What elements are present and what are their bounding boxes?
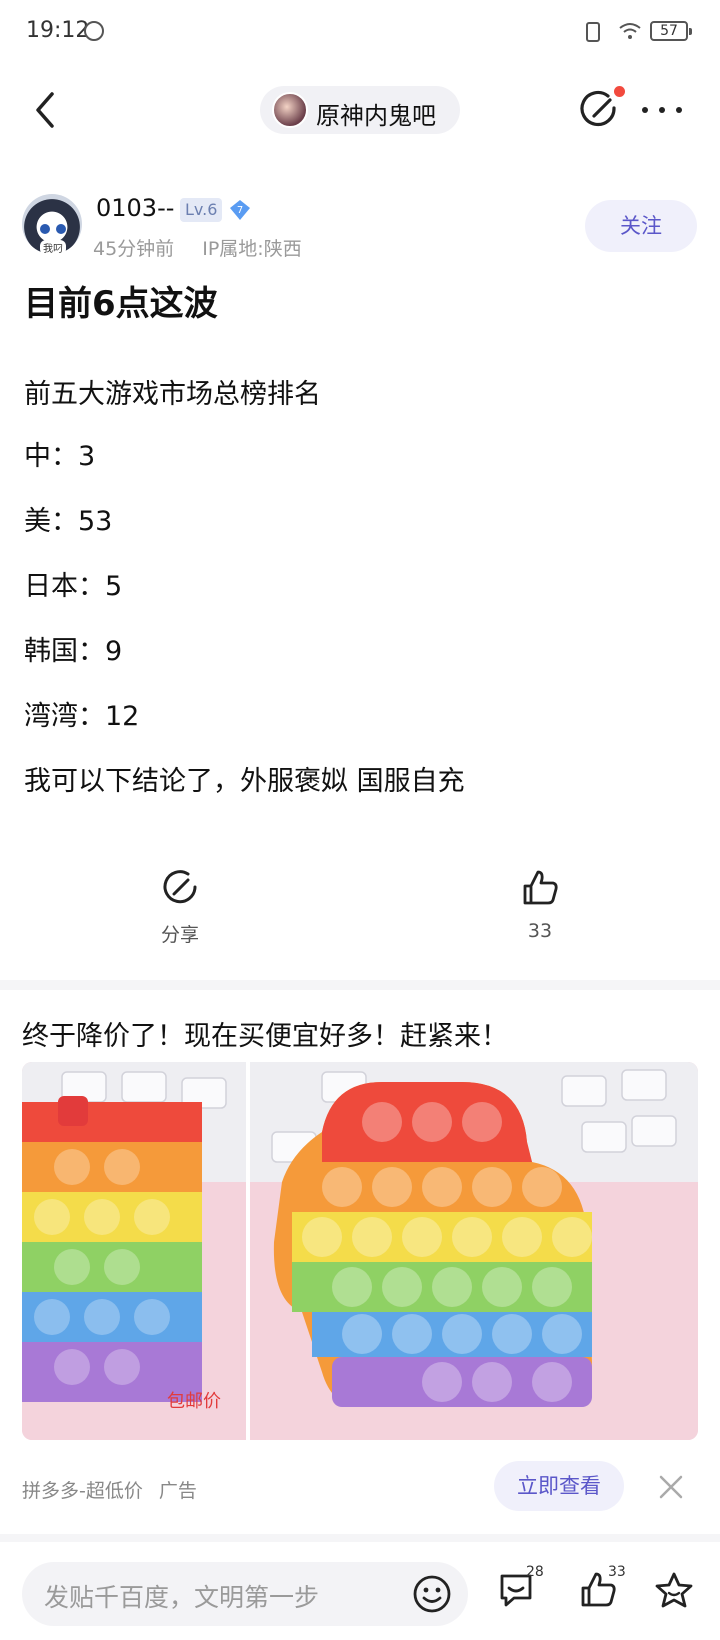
comment-button[interactable]: 28 [496, 1564, 544, 1618]
status-bar: 19:12 57 [0, 0, 720, 66]
ad-product-picture: 包邮价 [22, 1062, 698, 1440]
ad-source: 拼多多-超低价 广告 [22, 1476, 197, 1503]
post-line: 我可以下结论了，外服褒姒 国服自充 [24, 766, 465, 797]
section-divider [0, 980, 720, 990]
author-row: 我叼 0103-- Lv.6 7 45分钟前 IP属地:陕西 关注 [0, 190, 720, 260]
ad-advertiser: 拼多多-超低价 [22, 1480, 143, 1502]
post-time: 45分钟前 [93, 238, 175, 260]
bottom-like-button[interactable]: 33 [578, 1564, 626, 1618]
post-meta: 45分钟前 IP属地:陕西 [93, 234, 302, 261]
post-line: 美：53 [24, 506, 113, 537]
like-count: 33 [527, 920, 553, 942]
ad-tag: 广告 [158, 1480, 197, 1502]
thumbs-up-icon [523, 870, 558, 905]
post-line: 前五大游戏市场总榜排名 [24, 379, 321, 410]
post-line: 中：3 [24, 441, 96, 472]
like-button[interactable]: 33 [480, 868, 600, 942]
post-line: 日本：5 [24, 571, 123, 602]
emoji-icon[interactable] [412, 1574, 452, 1614]
share-label: 分享 [160, 924, 199, 946]
forum-avatar [272, 92, 308, 128]
vip-diamond-icon: 7 [230, 200, 250, 220]
wifi-icon [619, 23, 641, 39]
post-line: 韩国：9 [24, 636, 123, 667]
post-title: 目前6点这波 [24, 284, 218, 324]
forum-name: 原神内鬼吧 [316, 102, 436, 130]
ad-view-button[interactable]: 立即查看 [494, 1461, 624, 1511]
share-button[interactable]: 分享 [120, 868, 240, 947]
svg-text:包邮价: 包邮价 [167, 1391, 221, 1412]
reply-input[interactable]: 发贴千百度，文明第一步 [22, 1562, 468, 1626]
ad-image[interactable]: 包邮价 [22, 1062, 698, 1440]
notification-dot [614, 86, 625, 97]
bottom-like-count: 33 [608, 1564, 626, 1580]
avatar-tag: 我叼 [40, 240, 66, 255]
level-badge: Lv.6 [180, 198, 223, 222]
back-icon[interactable] [28, 88, 68, 132]
more-icon[interactable] [640, 100, 684, 120]
vibrate-icon [586, 22, 600, 42]
status-time: 19:12 [26, 18, 90, 43]
ip-location: IP属地:陕西 [202, 238, 302, 260]
battery-icon: 57 [650, 21, 692, 41]
author-name[interactable]: 0103-- [96, 194, 174, 222]
sync-icon [84, 21, 104, 41]
svg-text:7: 7 [237, 205, 243, 216]
forum-pill[interactable]: 原神内鬼吧 [260, 86, 460, 134]
star-icon [655, 1572, 693, 1608]
bottom-bar: 发贴千百度，文明第一步 28 33 [0, 1550, 720, 1640]
share-icon [163, 870, 197, 904]
top-nav: 原神内鬼吧 [0, 70, 720, 150]
ad-title[interactable]: 终于降价了！现在买便宜好多！赶紧来！ [22, 1014, 508, 1053]
follow-button[interactable]: 关注 [585, 200, 697, 252]
post-line: 湾湾：12 [24, 701, 140, 732]
reply-placeholder: 发贴千百度，文明第一步 [44, 1583, 320, 1612]
close-icon[interactable] [658, 1474, 684, 1500]
favorite-button[interactable] [654, 1570, 702, 1618]
comment-count: 28 [526, 1564, 544, 1580]
section-divider [0, 1534, 720, 1542]
